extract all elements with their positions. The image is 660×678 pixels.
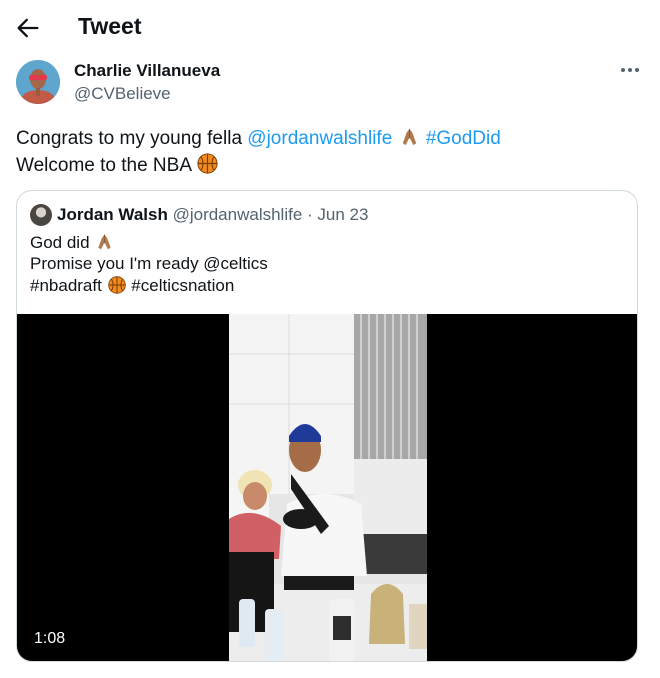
quoted-text-line-1: God did [30, 231, 115, 254]
ellipsis-icon[interactable] [619, 62, 641, 78]
quoted-author-name[interactable]: Jordan Walsh [57, 205, 168, 224]
arrow-left-icon[interactable] [14, 14, 42, 42]
tweet-text: Congrats to my young fella [16, 128, 248, 149]
tweet-text-line-1: Congrats to my young fella @jordanwalshl… [16, 125, 501, 151]
basketball-icon [197, 153, 218, 174]
video-thumbnail [229, 314, 427, 661]
author-name[interactable]: Charlie Villanueva [74, 61, 220, 81]
tweet-text-line-2: Welcome to the NBA [16, 152, 219, 178]
video-duration: 1:08 [34, 630, 66, 647]
author-avatar[interactable] [16, 60, 60, 104]
video-frame [229, 314, 427, 661]
folded-hands-icon [402, 128, 416, 146]
basketball-icon [107, 276, 126, 294]
quoted-tweet-date[interactable]: Jun 23 [317, 205, 368, 224]
folded-hands-icon [98, 234, 111, 250]
quoted-text-line-2: Promise you I'm ready @celtics [30, 254, 268, 273]
quoted-author-handle[interactable]: @jordanwalshlife [173, 205, 303, 224]
quoted-author-avatar[interactable] [30, 204, 52, 226]
hashtag-link[interactable]: #GodDid [426, 128, 501, 149]
tweet-text: Welcome to the NBA [16, 155, 197, 176]
mention-link[interactable]: @jordanwalshlife [247, 128, 392, 149]
quoted-text: God did [30, 233, 95, 252]
top-bar: Tweet [0, 0, 660, 54]
page-title: Tweet [78, 13, 142, 39]
quoted-text-line-3: #nbadraft #celticsnation [30, 275, 234, 297]
author-handle[interactable]: @CVBelieve [74, 84, 171, 104]
quoted-text: #nbadraft [30, 276, 107, 295]
video-player[interactable]: 1:08 [17, 314, 637, 661]
avatar-image [16, 60, 60, 104]
quoted-tweet[interactable]: Jordan Walsh @jordanwalshlife · Jun 23 G… [16, 190, 638, 662]
quoted-tweet-header: Jordan Walsh @jordanwalshlife · Jun 23 [57, 205, 368, 225]
meta-separator: · [302, 205, 318, 224]
quoted-text: #celticsnation [126, 276, 235, 295]
